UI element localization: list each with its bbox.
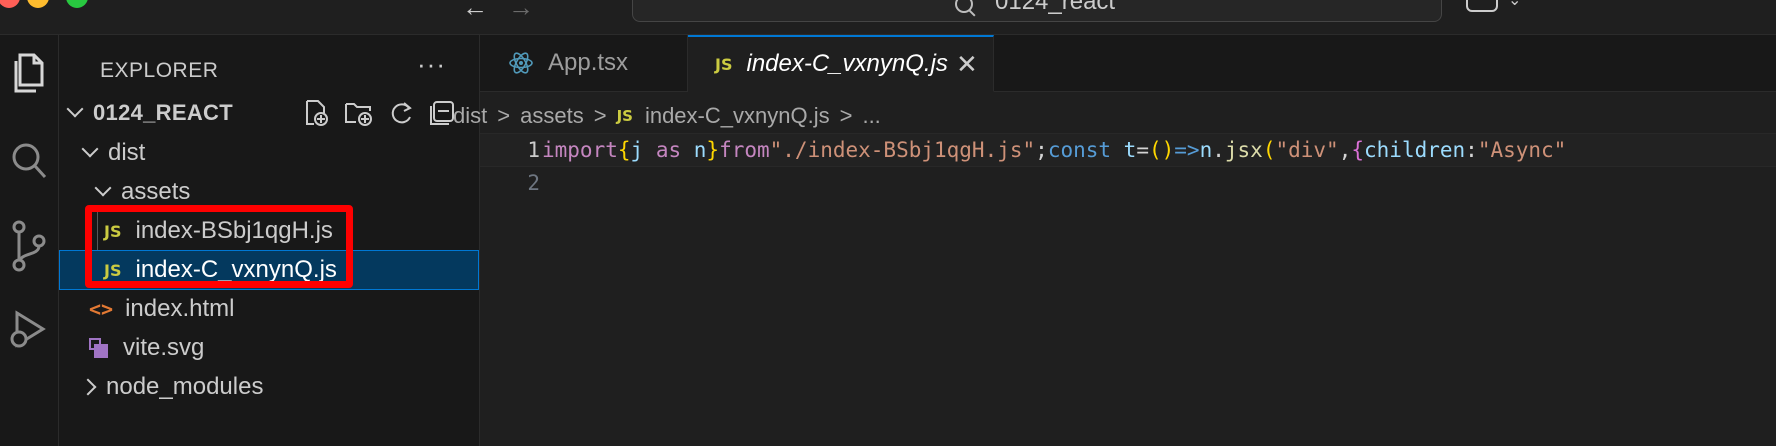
breadcrumb-separator: >	[497, 103, 511, 128]
breadcrumb-item-symbols[interactable]: ...	[862, 103, 880, 129]
line-number: 1	[527, 138, 540, 162]
root-folder-row[interactable]: 0124_REACT	[59, 93, 479, 133]
tree-item-dist[interactable]: dist	[59, 133, 479, 173]
tree-item-label: vite.svg	[123, 334, 205, 361]
chevron-down-icon	[66, 100, 84, 118]
react-icon	[509, 52, 533, 74]
html-file-icon: <>	[89, 297, 114, 321]
breadcrumb-item-file[interactable]: index-C_vxnynQ.js	[645, 103, 830, 129]
editor-area: App.tsx JS index-C_vxnynQ.js ✕ dist > as…	[453, 35, 1776, 446]
tree-item-label: index.html	[125, 295, 235, 322]
tree-item-node-modules[interactable]: node_modules	[59, 367, 479, 407]
tree-item-label: assets	[121, 178, 191, 205]
tree-item-index-html[interactable]: <> index.html	[59, 289, 479, 329]
javascript-file-icon: JS	[616, 107, 633, 125]
back-arrow-icon[interactable]: ←	[462, 0, 488, 20]
minimize-window-button[interactable]	[27, 0, 49, 8]
chevron-down-icon[interactable]: ⌄	[1508, 0, 1521, 10]
new-folder-icon[interactable]	[344, 99, 374, 127]
search-icon	[12, 143, 47, 179]
chevron-right-icon	[79, 378, 97, 396]
tab-index-c-vxnynq-js[interactable]: JS index-C_vxnynQ.js ✕	[688, 35, 994, 92]
tab-app-tsx[interactable]: App.tsx	[480, 35, 688, 91]
run-debug-icon	[10, 310, 46, 348]
zoom-window-button[interactable]	[66, 0, 88, 8]
source-control-icon	[12, 220, 46, 272]
command-center-text: 0124_react	[995, 0, 1116, 15]
close-window-button[interactable]	[0, 0, 20, 8]
search-activity-button[interactable]	[0, 139, 58, 183]
breadcrumb-separator: >	[593, 103, 607, 128]
tab-label: index-C_vxnynQ.js	[746, 50, 948, 77]
breadcrumb: dist > assets > JS index-C_vxnynQ.js > .…	[453, 99, 881, 133]
tree-item-label: node_modules	[106, 373, 264, 400]
breadcrumb-separator: >	[839, 103, 853, 128]
chevron-down-icon	[81, 140, 99, 158]
forward-arrow-icon[interactable]: →	[508, 0, 534, 20]
editor-tabs: App.tsx JS index-C_vxnynQ.js ✕	[480, 35, 1776, 92]
files-icon	[14, 53, 44, 93]
explorer-title: EXPLORER	[100, 59, 219, 82]
code-line[interactable]: 2	[480, 167, 1776, 199]
close-icon[interactable]: ✕	[956, 49, 978, 80]
breadcrumb-item-dist[interactable]: dist	[453, 103, 487, 129]
activity-bar	[0, 35, 59, 446]
root-folder-label: 0124_REACT	[93, 100, 233, 125]
javascript-file-icon: JS	[715, 54, 733, 74]
search-icon	[955, 0, 973, 13]
explorer-actions	[304, 93, 456, 133]
code-line[interactable]: 1 import{j as n}from"./index-BSbj1qgH.js…	[480, 133, 1776, 167]
breadcrumb-item-assets[interactable]: assets	[520, 103, 584, 129]
source-control-activity-button[interactable]	[0, 219, 58, 273]
chat-icon[interactable]	[1466, 0, 1498, 12]
title-bar: ← → 0124_react ⌄	[0, 0, 1776, 35]
more-actions-icon[interactable]: ···	[417, 49, 446, 80]
tree-item-vite-svg[interactable]: vite.svg	[59, 328, 479, 368]
highlight-annotation-box	[85, 205, 353, 288]
collapse-all-icon[interactable]	[428, 99, 456, 127]
explorer-activity-button[interactable]	[0, 51, 58, 95]
tab-label: App.tsx	[548, 49, 629, 76]
refresh-icon[interactable]	[388, 99, 414, 127]
code-line-text: import{j as n}from"./index-BSbj1qgH.js";…	[542, 138, 1567, 162]
command-center-search[interactable]: 0124_react	[632, 0, 1442, 22]
new-file-icon[interactable]	[304, 99, 330, 127]
line-number: 2	[527, 171, 540, 195]
chevron-down-icon	[94, 179, 112, 197]
run-debug-activity-button[interactable]	[0, 307, 58, 351]
tree-item-label: dist	[108, 139, 146, 166]
svg-file-icon	[89, 338, 109, 358]
